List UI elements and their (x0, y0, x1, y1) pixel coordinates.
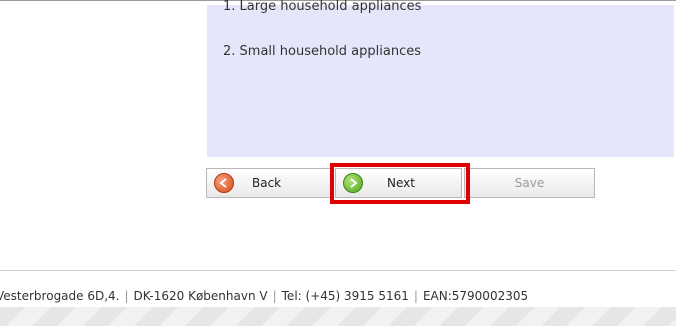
footer-separator: | (124, 289, 129, 303)
save-button-label: Save (514, 176, 545, 190)
save-button[interactable]: Save (464, 168, 595, 198)
footer-separator: | (272, 289, 277, 303)
footer-address: Vesterbrogade 6D,4. (0, 289, 120, 303)
footer-ean: EAN:5790002305 (422, 289, 529, 303)
back-button[interactable]: Back (206, 168, 331, 198)
arrow-right-icon (343, 173, 363, 193)
footer-separator: | (413, 289, 418, 303)
back-button-label: Back (252, 176, 282, 190)
arrow-left-icon (214, 173, 234, 193)
content-panel: 1. Large household appliances 2. Small h… (207, 0, 674, 157)
next-button-label: Next (387, 176, 415, 190)
footer-phone: Tel: (+45) 3915 5161 (281, 289, 409, 303)
bottom-strip (0, 307, 676, 326)
list-item-small-appliances: 2. Small household appliances (223, 44, 421, 59)
list-item-large-appliances: 1. Large household appliances (223, 0, 422, 14)
next-button[interactable]: Next (335, 168, 462, 198)
footer-divider (0, 270, 676, 271)
footer: Vesterbrogade 6D,4. | DK-1620 København V |… (0, 289, 676, 303)
footer-city: DK-1620 København V (133, 289, 268, 303)
